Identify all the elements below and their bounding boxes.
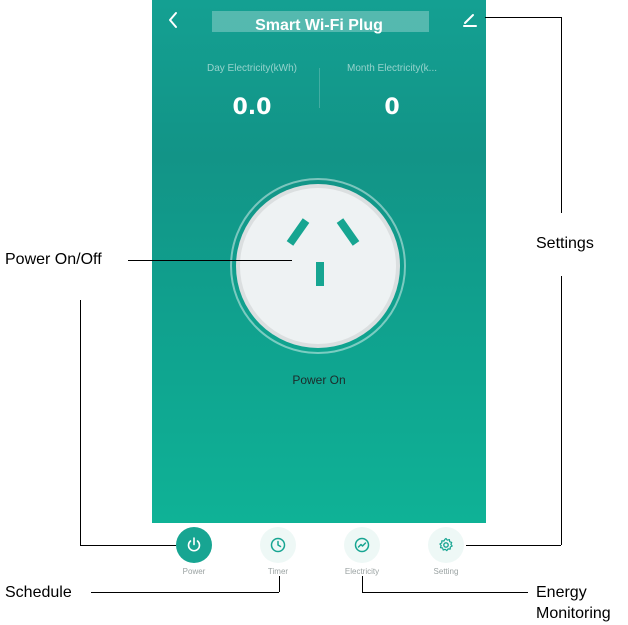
tab-power-label: Power (182, 567, 206, 576)
annotation-energy-line2: Monitoring (536, 605, 611, 622)
pencil-icon[interactable] (462, 12, 478, 28)
annotation-power-on-off: Power On/Off (5, 251, 102, 268)
app-screen: Smart Wi-Fi Plug Day Electricity(kWh) 0.… (152, 0, 486, 523)
month-electricity-value: 0 (384, 95, 400, 120)
annotation-settings: Settings (536, 235, 594, 252)
power-status: Power On (292, 373, 346, 387)
annotation-energy-line1: Energy (536, 584, 587, 601)
tab-setting[interactable]: Setting (416, 527, 476, 577)
tab-setting-label: Setting (433, 567, 459, 576)
page-title: Smart Wi-Fi Plug (255, 17, 383, 34)
callout-line-settings-top-vertical (561, 17, 562, 213)
callout-line-energy-vertical (362, 576, 363, 592)
tab-power[interactable]: Power (164, 527, 224, 577)
tab-electricity[interactable]: Electricity (332, 527, 392, 577)
callout-line-power (128, 260, 292, 261)
day-electricity: Day Electricity(kWh) 0.0 (182, 62, 322, 120)
socket-prong-right (336, 218, 360, 246)
month-electricity-label: Month Electricity(k... (346, 63, 438, 74)
tab-timer-label: Timer (267, 567, 289, 576)
tab-timer[interactable]: Timer (248, 527, 308, 577)
power-icon (176, 527, 212, 563)
annotation-schedule: Schedule (5, 584, 72, 601)
socket-prong-bottom (316, 262, 324, 286)
callout-line-power-left-vertical (80, 300, 81, 545)
callout-line-settings-bottom-horizontal (466, 545, 561, 546)
callout-line-settings-top-horizontal (485, 17, 561, 18)
month-electricity: Month Electricity(k... 0 (322, 62, 462, 120)
stats-divider (319, 68, 320, 108)
callout-line-settings-bottom-vertical (561, 276, 562, 545)
callout-line-energy-horizontal (362, 592, 528, 593)
clock-icon (260, 527, 296, 563)
day-electricity-value: 0.0 (232, 95, 272, 120)
callout-line-power-bottom-horizontal (80, 545, 176, 546)
callout-line-schedule-horizontal (91, 592, 279, 593)
power-socket-button[interactable] (236, 184, 400, 348)
day-electricity-label: Day Electricity(kWh) (206, 63, 297, 74)
bottom-tab-bar: Power Timer Electricity Setting (152, 523, 486, 583)
callout-line-schedule-vertical (279, 576, 280, 592)
gear-icon (428, 527, 464, 563)
trend-icon (344, 527, 380, 563)
socket-prong-left (286, 218, 310, 246)
